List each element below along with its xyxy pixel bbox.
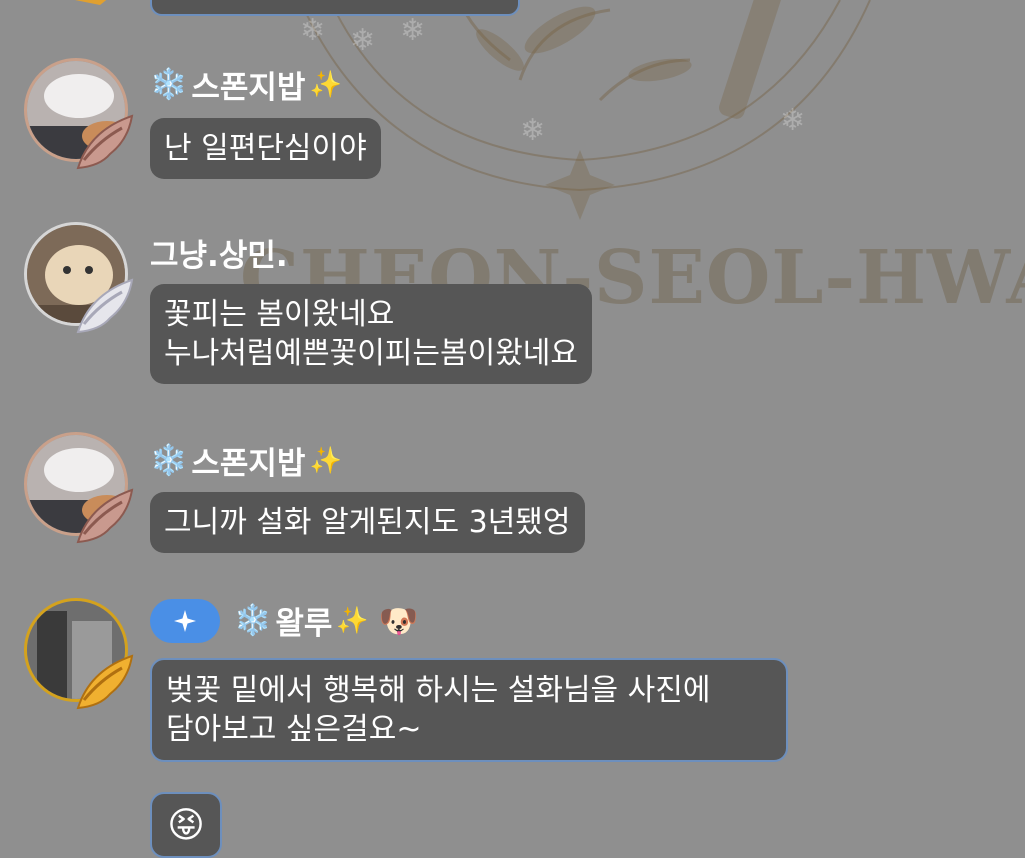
svg-text:❄: ❄ [520, 113, 545, 148]
wing-badge-icon [76, 654, 134, 710]
snowflake-icon: ❄️ [234, 603, 272, 638]
sender-name[interactable]: ❄️ 스폰지밥 ✨ [150, 62, 342, 107]
message-bubble-partial [150, 0, 520, 16]
message-bubble[interactable]: 꽃피는 봄이왔네요 누나처럼예쁜꽃이피는봄이왔네요 [150, 284, 592, 384]
svg-text:❄: ❄ [350, 23, 375, 58]
sparkle-badge[interactable] [150, 598, 220, 643]
message-bubble[interactable]: 벚꽃 밑에서 행복해 하시는 설화님을 사진에 담아보고 싶은걸요~ [150, 658, 788, 762]
svg-text:❄: ❄ [780, 103, 805, 138]
svg-text:❄: ❄ [300, 13, 325, 48]
dog-face-icon: 🐶 [378, 601, 419, 640]
sender-name[interactable]: ❄️ 왈루 ✨ 🐶 [150, 598, 419, 643]
message-bubble[interactable]: 난 일편단심이야 [150, 118, 381, 179]
wing-badge-icon [75, 0, 107, 5]
snowflake-icon: ❄️ [150, 67, 188, 102]
wing-badge-icon [76, 488, 134, 544]
message-text-line: 담아보고 싶은걸요~ [166, 712, 422, 747]
message-text-line: 난 일편단심이야 [164, 131, 367, 166]
squinting-tongue-face-icon: 😝 [167, 805, 205, 846]
message-text-line: 벚꽃 밑에서 행복해 하시는 설화님을 사진에 [166, 673, 711, 708]
sparkles-icon: ✨ [336, 605, 369, 636]
wing-badge-icon [76, 278, 134, 334]
sparkles-icon: ✨ [309, 445, 342, 476]
sender-name[interactable]: 그냥.상민. [150, 230, 288, 275]
svg-text:❄: ❄ [400, 13, 425, 48]
message-text-line: 꽃피는 봄이왔네요 [164, 297, 395, 332]
sparkle-icon [174, 609, 196, 632]
snowflake-icon: ❄️ [150, 443, 188, 478]
sparkles-icon: ✨ [309, 69, 342, 100]
emoji-bubble[interactable]: 😝 [150, 792, 222, 858]
message-text-line: 누나처럼예쁜꽃이피는봄이왔네요 [164, 336, 578, 371]
sender-name[interactable]: ❄️ 스폰지밥 ✨ [150, 438, 342, 483]
message-text-line: 그니까 설화 알게된지도 3년됐엉 [164, 505, 571, 540]
message-bubble[interactable]: 그니까 설화 알게된지도 3년됐엉 [150, 492, 585, 553]
wing-badge-icon [76, 114, 134, 170]
